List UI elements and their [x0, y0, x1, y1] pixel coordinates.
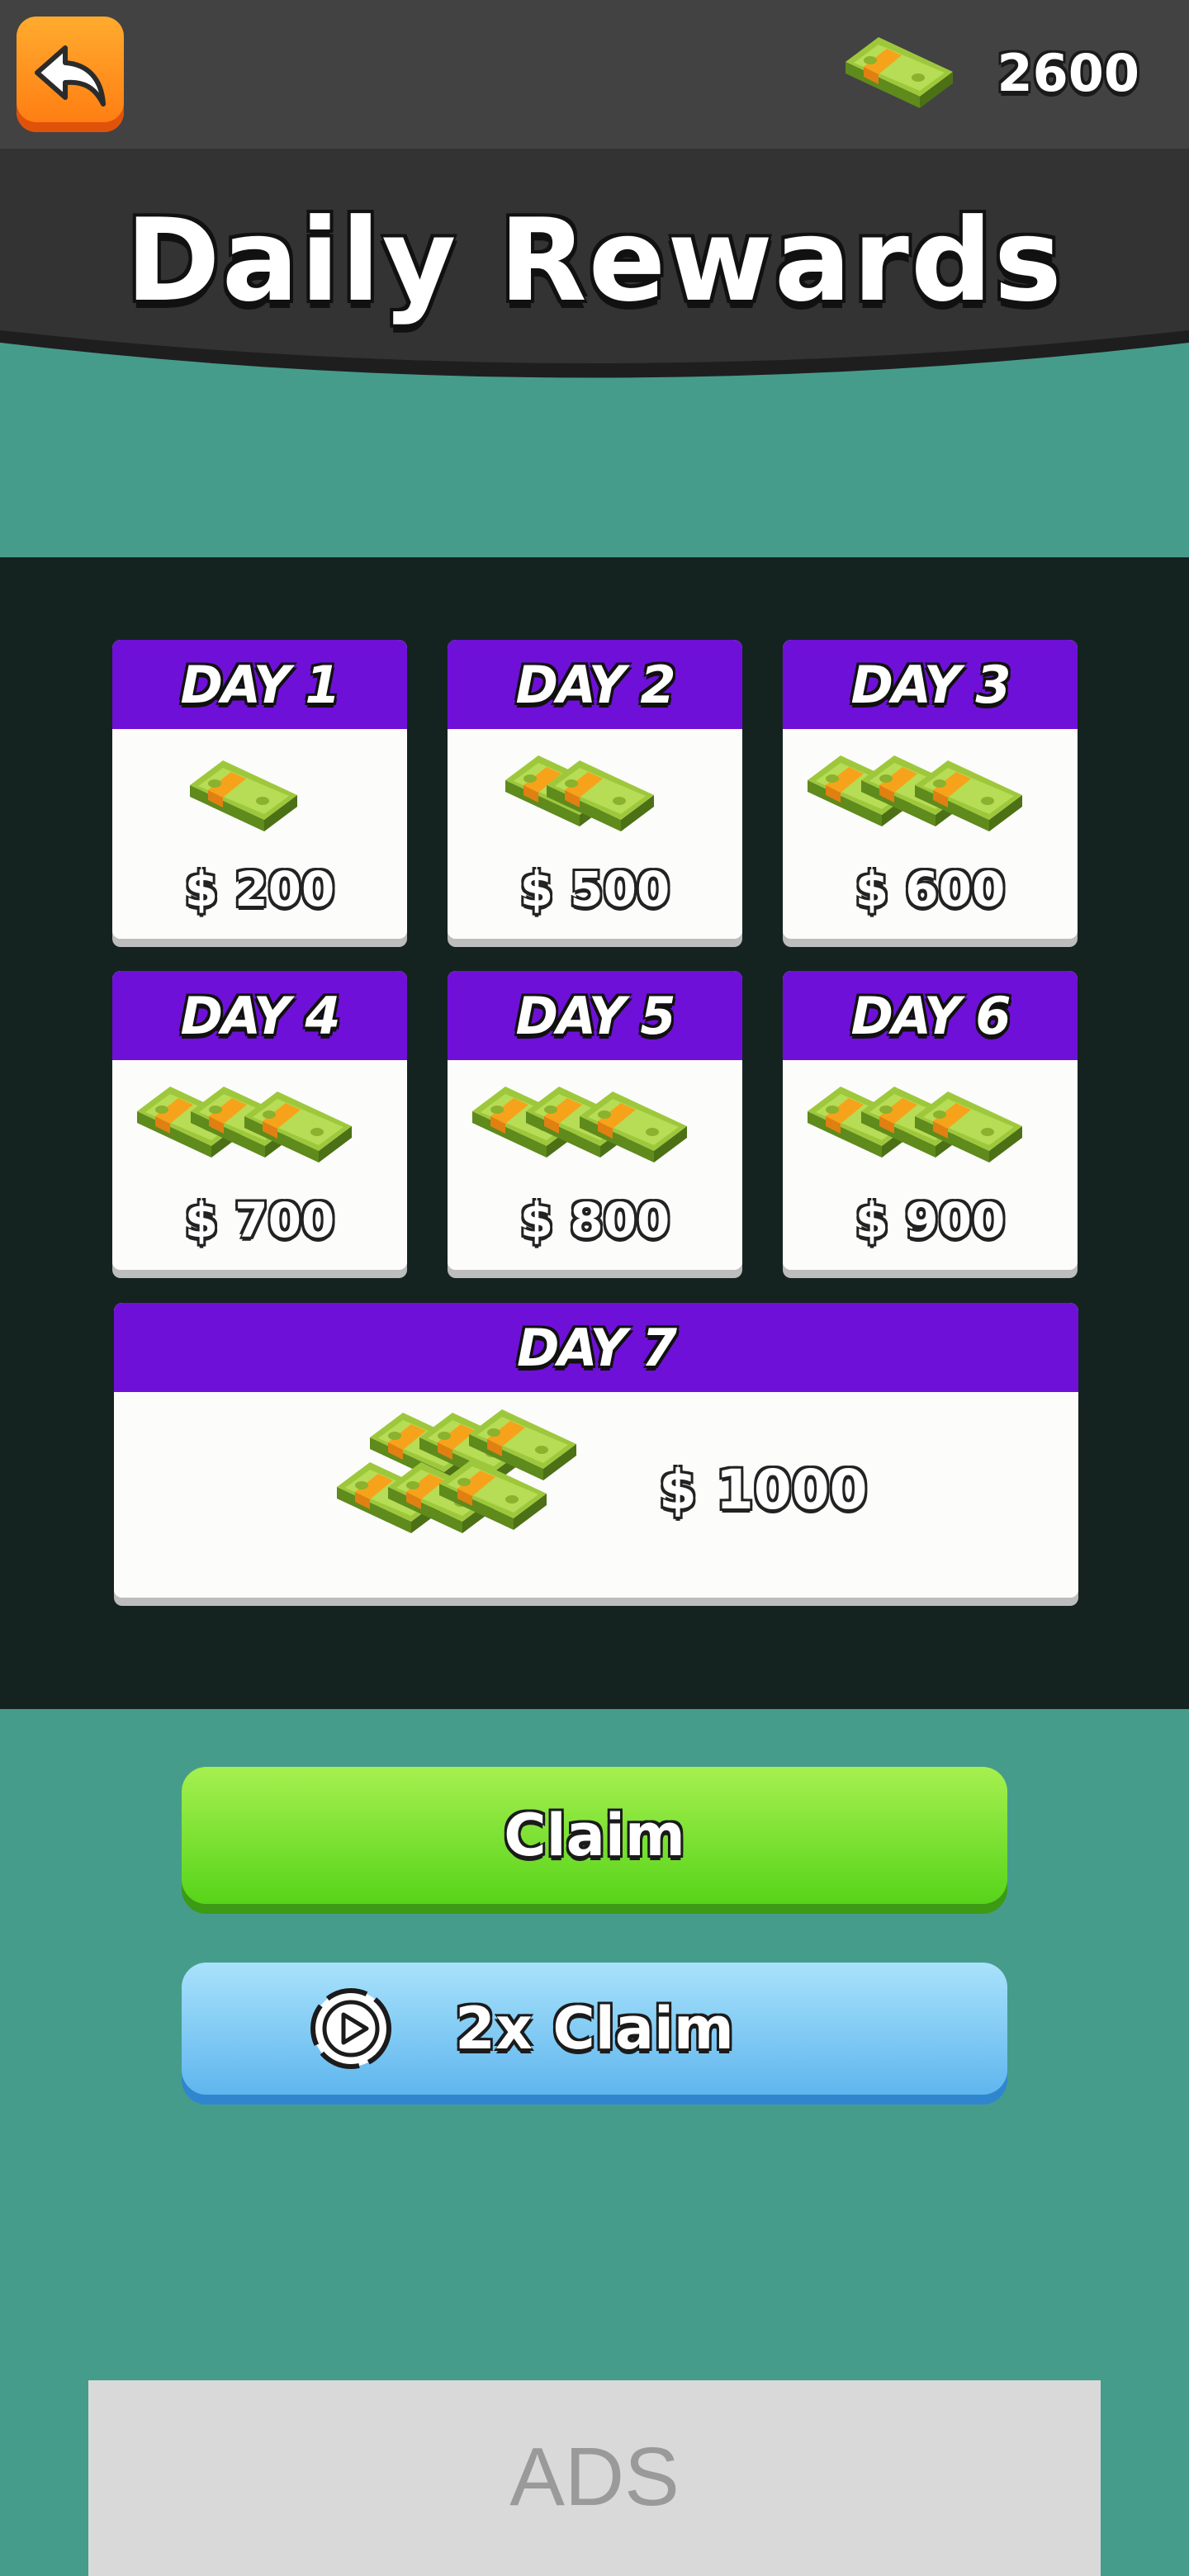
reward-amount: $ 1000	[659, 1458, 868, 1522]
day-card-2[interactable]: DAY 2 $ 500	[448, 640, 742, 939]
cash-stack-icon	[846, 37, 953, 108]
day-header: DAY 6	[783, 971, 1078, 1060]
day-card-7[interactable]: DAY 7 $ 1000	[114, 1303, 1078, 1598]
cash-stack-icon	[190, 760, 297, 831]
reward-amount: $ 200	[184, 861, 335, 917]
rewards-panel: DAY 1 $ 200 DAY 2 $ 500 DAY 3 $ 600 DAY …	[0, 557, 1189, 1709]
day-label: DAY 2	[515, 654, 676, 715]
day-body: $ 900	[783, 1060, 1078, 1270]
cash-stack-icon	[472, 1087, 687, 1163]
day-body: $ 500	[448, 729, 742, 939]
back-arrow-icon	[35, 45, 106, 107]
day-header: DAY 7	[114, 1303, 1078, 1392]
day-body: $ 200	[112, 729, 407, 939]
back-button[interactable]	[17, 17, 124, 132]
day-label: DAY 4	[180, 985, 341, 1046]
cash-counter: 2600	[842, 25, 1139, 124]
cash-stack-icon	[337, 1409, 576, 1533]
day-label: DAY 5	[515, 985, 676, 1046]
cash-stack-icon	[505, 755, 654, 831]
ads-label: ADS	[509, 2431, 680, 2523]
cash-stack-icon	[137, 1087, 352, 1163]
day-header: DAY 2	[448, 640, 742, 729]
page-title: Daily Rewards	[126, 194, 1063, 327]
day-card-5[interactable]: DAY 5 $ 800	[448, 971, 742, 1270]
day-header: DAY 5	[448, 971, 742, 1060]
double-claim-label: 2x Claim	[455, 1995, 734, 2062]
reward-amount: $ 800	[519, 1192, 670, 1248]
reward-amount: $ 900	[855, 1192, 1006, 1248]
header-banner: Daily Rewards	[0, 149, 1189, 396]
day-label: DAY 3	[850, 654, 1011, 715]
cash-balance: 2600	[997, 43, 1139, 103]
cash-stack-icon	[808, 755, 1022, 831]
day-label: DAY 7	[517, 1317, 677, 1378]
day-card-4[interactable]: DAY 4 $ 700	[112, 971, 407, 1270]
day-header: DAY 1	[112, 640, 407, 729]
day-body: $ 800	[448, 1060, 742, 1270]
claim-label: Claim	[504, 1802, 685, 1869]
day-label: DAY 1	[180, 654, 341, 715]
reward-amount: $ 600	[855, 861, 1006, 917]
reward-amount: $ 500	[519, 861, 670, 917]
claim-button[interactable]: Claim	[182, 1767, 1007, 1904]
day-card-3[interactable]: DAY 3 $ 600	[783, 640, 1078, 939]
cash-stack-icon	[808, 1087, 1022, 1163]
reward-amount: $ 700	[184, 1192, 335, 1248]
ad-banner[interactable]: ADS	[88, 2380, 1101, 2576]
day-body: $ 700	[112, 1060, 407, 1270]
day-body: $ 600	[783, 729, 1078, 939]
day-header: DAY 4	[112, 971, 407, 1060]
double-claim-button[interactable]: 2x Claim	[182, 1963, 1007, 2095]
day-label: DAY 6	[850, 985, 1011, 1046]
top-bar: 2600	[0, 0, 1189, 149]
day-card-6[interactable]: DAY 6 $ 900	[783, 971, 1078, 1270]
day-card-1[interactable]: DAY 1 $ 200	[112, 640, 407, 939]
day-header: DAY 3	[783, 640, 1078, 729]
video-play-icon	[310, 1988, 391, 2069]
day-body: $ 1000	[114, 1392, 1078, 1598]
